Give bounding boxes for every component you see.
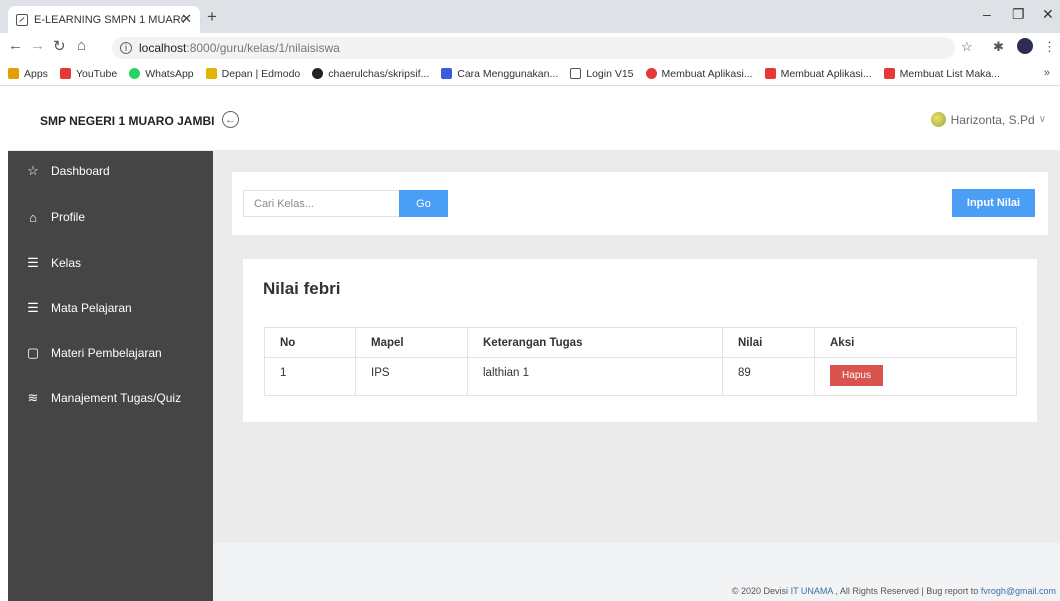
footer: © 2020 Devisi IT UNAMA , All Rights Rese… [213,543,1060,601]
brand-title: SMP NEGERI 1 MUARO JAMBI [40,114,215,128]
user-name: Harizonta, S.Pd [950,112,1035,127]
page-title: Nilai febri [263,279,341,298]
app-header: SMP NEGERI 1 MUARO JAMBI ← Harizonta, S.… [8,86,1060,151]
bookmark-github[interactable]: chaerulchas/skripsif... [312,68,429,80]
site-info-icon[interactable]: i [120,42,132,54]
extensions-puzzle-icon[interactable]: ✱ [993,39,1004,55]
cell-aksi: Hapus [814,357,1017,396]
sidebar-item-label: Mata Pelajaran [51,301,132,315]
site-favicon-icon [16,13,28,26]
sidebar-item-label: Dashboard [51,164,110,178]
new-tab-button[interactable]: + [207,7,217,27]
sidebar-item-mata-pelajaran[interactable]: ☰ Mata Pelajaran [8,293,213,323]
column-header: No [264,327,356,358]
delete-button[interactable]: Hapus [830,365,883,386]
footer-text: © 2020 Devisi IT UNAMA , All Rights Rese… [731,586,1056,596]
browser-tab-strip: E-LEARNING SMPN 1 MUARO JA ✕ + – ❐ ✕ [0,0,1060,33]
search-input[interactable] [243,190,400,217]
column-header: Keterangan Tugas [467,327,723,358]
bookmark-membuat-aplikasi-1[interactable]: Membuat Aplikasi... [645,68,753,80]
url-field[interactable]: i localhost :8000/guru/kelas/1/nilaisisw… [112,37,955,59]
table-header-row: No Mapel Keterangan Tugas Nilai Aksi [264,327,1017,358]
home-icon[interactable]: ⌂ [77,37,86,54]
github-icon [312,68,324,79]
site-icon [645,68,657,79]
bookmark-login[interactable]: Login V15 [570,68,634,80]
sidebar-item-materi-pembelajaran[interactable]: ▢ Materi Pembelajaran [8,338,213,368]
sidebar-item-label: Materi Pembelajaran [51,346,162,360]
chevron-down-icon: ∨ [1038,114,1046,125]
site-icon [441,68,453,79]
forward-arrow-icon[interactable]: → [30,37,45,54]
database-icon: ☰ [27,255,39,270]
sidebar: ☆ Dashboard ⌂ Profile ☰ Kelas ☰ Mata Pel… [8,151,213,601]
database-icon: ☰ [27,300,39,315]
youtube-icon [59,68,71,79]
minimize-icon[interactable]: – [983,6,991,22]
bookmark-cara-menggunakan[interactable]: Cara Menggunakan... [441,68,558,80]
browser-menu-icon[interactable]: ⋮ [1043,39,1056,55]
bookmark-membuat-aplikasi-2[interactable]: Membuat Aplikasi... [764,68,872,80]
column-header: Mapel [355,327,468,358]
back-arrow-icon[interactable]: ← [8,37,23,54]
layers-icon: ≋ [27,390,39,405]
restore-icon[interactable]: ❐ [1012,6,1025,23]
table-row: 1 IPS lalthian 1 89 Hapus [264,357,1017,396]
avatar [930,112,946,127]
youtube-icon [764,68,776,79]
home-icon: ⌂ [29,209,37,225]
edmodo-icon [205,68,217,79]
bookmarks-bar: Apps YouTube WhatsApp Depan | Edmodo cha… [0,62,1060,86]
sidebar-item-label: Profile [51,210,86,224]
cell-nilai: 89 [722,357,815,396]
star-icon: ☆ [27,163,39,178]
tab-title: E-LEARNING SMPN 1 MUARO JA [34,13,184,26]
cell-mapel: IPS [355,357,468,396]
sidebar-item-label: Kelas [51,256,82,270]
sidebar-item-profile[interactable]: ⌂ Profile [8,202,213,232]
youtube-icon [883,68,895,79]
tab-close-icon[interactable]: ✕ [181,11,192,27]
sidebar-item-dashboard[interactable]: ☆ Dashboard [8,156,213,186]
footer-org-link[interactable]: IT UNAMA [791,586,833,596]
reload-icon[interactable]: ↻ [53,37,66,55]
column-header: Aksi [814,327,1017,358]
site-icon [570,68,582,79]
sidebar-item-kelas[interactable]: ☰ Kelas [8,248,213,278]
bookmark-membuat-list[interactable]: Membuat List Maka... [883,68,1000,80]
browser-tab[interactable]: E-LEARNING SMPN 1 MUARO JA ✕ [8,6,200,33]
apps-grid-icon [8,68,19,79]
square-icon: ▢ [26,345,40,360]
bookmark-star-icon[interactable]: ☆ [961,39,973,55]
go-button[interactable]: Go [399,190,448,217]
cell-keterangan: lalthian 1 [467,357,723,396]
sidebar-toggle-back-icon[interactable]: ← [222,111,239,128]
address-bar-row: ← → ↻ ⌂ i localhost :8000/guru/kelas/1/n… [0,33,1060,62]
url-path: :8000/guru/kelas/1/nilaisiswa [186,41,340,55]
bookmark-whatsapp[interactable]: WhatsApp [129,68,194,80]
input-nilai-button[interactable]: Input Nilai [952,189,1035,217]
cell-no: 1 [264,357,356,396]
sidebar-item-manajement-tugas[interactable]: ≋ Manajement Tugas/Quiz [8,383,213,413]
column-header: Nilai [722,327,815,358]
bookmarks-more-icon[interactable]: » [1044,67,1050,79]
bookmark-apps[interactable]: Apps [8,68,48,80]
url-host: localhost [139,41,187,55]
window-close-icon[interactable]: ✕ [1042,6,1054,23]
browser-profile-avatar[interactable] [1017,38,1033,54]
user-menu[interactable]: Harizonta, S.Pd ∨ [930,112,1046,127]
bookmark-edmodo[interactable]: Depan | Edmodo [205,68,300,80]
bookmark-youtube[interactable]: YouTube [59,68,117,80]
whatsapp-icon [129,68,141,79]
footer-email-link[interactable]: fvrogh@gmail.com [981,586,1056,596]
sidebar-item-label: Manajement Tugas/Quiz [51,391,182,405]
grades-table: No Mapel Keterangan Tugas Nilai Aksi 1 I… [264,327,1017,396]
